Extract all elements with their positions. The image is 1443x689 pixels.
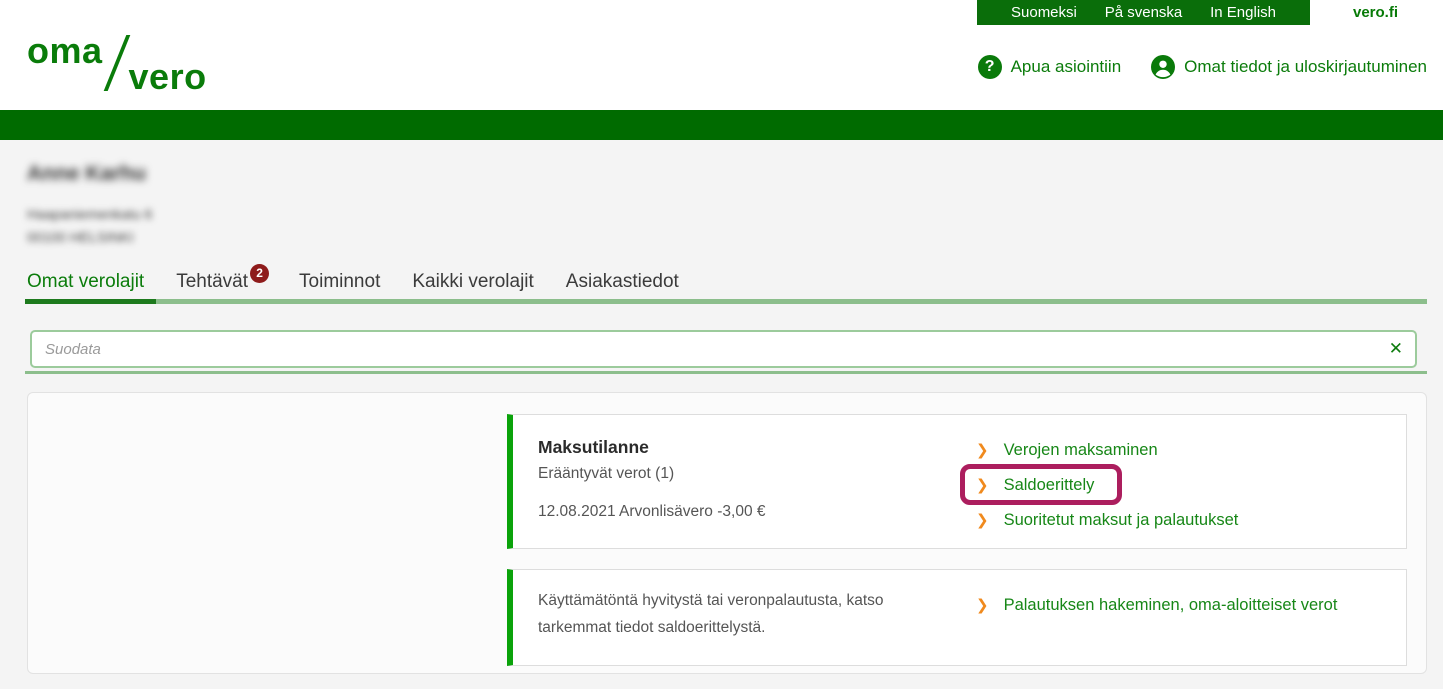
filter-field-wrap: ✕ [30,330,1417,368]
tab-underline [25,299,1427,304]
link-label: Suoritetut maksut ja palautukset [1003,510,1239,529]
filter-input[interactable] [30,330,1417,368]
profile-link[interactable]: Omat tiedot ja uloskirjautuminen [1151,55,1427,79]
content-panel: Maksutilanne Erääntyvät verot (1) 12.08.… [27,392,1427,674]
logo-text-oma: oma [27,30,103,71]
lang-suomeksi[interactable]: Suomeksi [1011,4,1077,21]
unused-credit-card: Käyttämätöntä hyvitystä tai veronpalautu… [507,569,1407,666]
card-links: ❯ Verojen maksaminen ❯ Saldoerittely ❯ S… [960,439,1238,531]
green-band [0,110,1443,140]
main-content: Anne Karhu Haapaniemenkatu 6 00100 HELSI… [0,140,1443,689]
verofi-link[interactable]: vero.fi [1353,0,1398,25]
filter-underline [25,371,1427,374]
help-link-label: Apua asiointiin [1010,57,1122,76]
omavero-page: Suomeksi På svenska In English vero.fi o… [0,0,1443,689]
due-tax-detail: 12.08.2021 Arvonlisävero -3,00 € [538,503,766,520]
profile-link-label: Omat tiedot ja uloskirjautuminen [1184,57,1427,76]
tab-toiminnot[interactable]: Toiminnot [299,271,380,293]
due-taxes-text: Erääntyvät verot (1) [538,465,675,482]
question-icon: ? [977,55,1002,79]
chevron-right-icon: ❯ [976,596,989,614]
omavero-logo[interactable]: oma vero [27,33,207,95]
clear-filter-icon[interactable]: ✕ [1389,337,1403,361]
link-suoritetut-maksut[interactable]: ❯ Suoritetut maksut ja palautukset [976,509,1238,531]
tab-kaikki-verolajit[interactable]: Kaikki verolajit [412,271,533,293]
top-bar: Suomeksi På svenska In English vero.fi [0,0,1443,25]
chevron-right-icon: ❯ [976,441,989,459]
card-title: Maksutilanne [538,437,649,457]
tab-asiakastiedot[interactable]: Asiakastiedot [566,271,679,293]
user-address-line2-redacted: 00100 HELSINKI [27,229,134,245]
logo-text-vero: vero [128,56,207,97]
tab-omat-verolajit[interactable]: Omat verolajit [27,271,144,293]
tab-bar: Omat verolajit Tehtävät 2 Toiminnot Kaikk… [27,263,679,293]
user-name-redacted: Anne Karhu [27,162,147,185]
language-strip: Suomeksi På svenska In English [977,0,1310,25]
tab-tehtavat-label: Tehtävät [176,271,249,292]
lang-pa-svenska[interactable]: På svenska [1105,4,1183,21]
payment-status-card: Maksutilanne Erääntyvät verot (1) 12.08.… [507,414,1407,549]
help-link[interactable]: ? Apua asiointiin [977,55,1122,79]
tab-tehtavat[interactable]: Tehtävät 2 [176,263,270,293]
link-saldoerittely[interactable]: ❯ Saldoerittely [960,464,1238,505]
tab-tehtavat-badge: 2 [250,263,270,283]
link-verojen-maksaminen[interactable]: ❯ Verojen maksaminen [976,439,1238,461]
link-palautuksen-hakeminen[interactable]: ❯ Palautuksen hakeminen, oma-aloitteiset… [976,594,1337,616]
header: oma vero ? Apua asiointiin Omat tiedot j… [0,25,1443,110]
active-tab-underline [25,299,156,304]
person-icon [1151,55,1176,79]
link-label: Verojen maksaminen [1003,440,1158,459]
header-links: ? Apua asiointiin Omat tiedot ja uloskir… [977,55,1427,79]
unused-credit-text: Käyttämätöntä hyvitystä tai veronpalautu… [538,592,884,636]
link-label: Palautuksen hakeminen, oma-aloitteiset v… [1003,595,1338,614]
chevron-right-icon: ❯ [976,476,989,494]
logo-slash [103,35,130,91]
chevron-right-icon: ❯ [976,511,989,529]
link-label: Saldoerittely [1003,475,1095,494]
user-address-line1-redacted: Haapaniemenkatu 6 [27,206,153,222]
lang-in-english[interactable]: In English [1210,4,1276,21]
